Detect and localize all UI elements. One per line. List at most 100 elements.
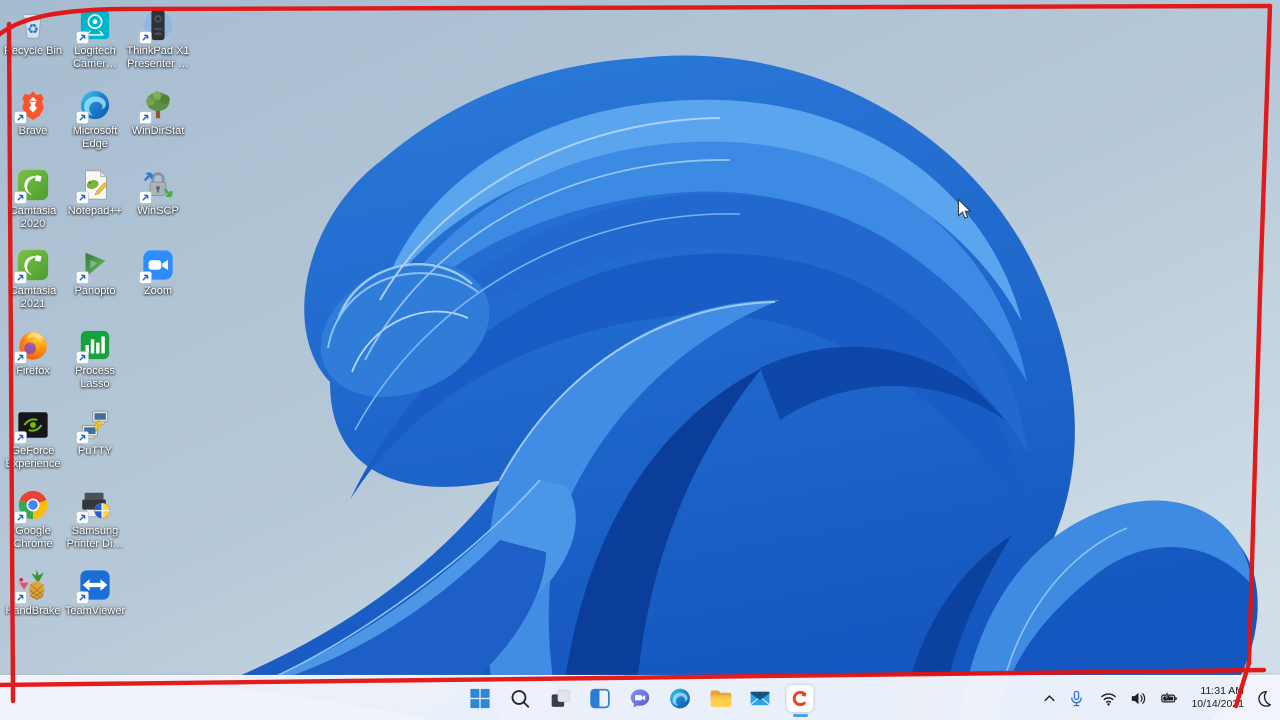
- wifi-icon: [1099, 689, 1118, 708]
- tray-right-icons: [1250, 679, 1277, 717]
- shortcut-arrow-overlay: [76, 31, 89, 44]
- task-view-icon: [548, 686, 573, 711]
- thinkpad-presenter-icon: [139, 8, 175, 44]
- system-tray: 11:31 AM 10/14/2021: [1036, 676, 1277, 720]
- taskbar-clock[interactable]: 11:31 AM 10/14/2021: [1187, 685, 1250, 711]
- desktop-icon-winscp[interactable]: WinSCP: [125, 168, 191, 218]
- taskbar-button-mail[interactable]: [742, 678, 779, 718]
- shortcut-arrow-overlay: [139, 271, 152, 284]
- desktop-icon-label: Zoom: [143, 285, 173, 297]
- recycle-bin-icon: ♻: [16, 8, 50, 42]
- zoom-icon: [139, 248, 175, 284]
- teamviewer-icon: [76, 568, 112, 604]
- desktop-icon-teamviewer[interactable]: TeamViewer: [62, 568, 128, 618]
- tray-chevron-up-button[interactable]: [1036, 679, 1063, 717]
- desktop-icon-windirstat[interactable]: WinDirStat: [125, 88, 191, 138]
- microsoft-edge-icon: [76, 88, 112, 124]
- widgets-icon: [588, 686, 613, 711]
- desktop-icon-handbrake[interactable]: HandBrake: [0, 568, 66, 618]
- tray-wifi-button[interactable]: [1095, 679, 1122, 717]
- taskbar-button-file-explorer[interactable]: [702, 678, 739, 718]
- taskbar-button-widgets[interactable]: [582, 678, 619, 718]
- bloom-wallpaper-image: [0, 0, 1280, 720]
- desktop-icon-geforce-experience[interactable]: GeForce Experience: [0, 408, 66, 470]
- file-explorer-icon: [708, 686, 733, 711]
- taskbar-center-buttons: [462, 676, 819, 720]
- shortcut-arrow-overlay: [139, 111, 152, 124]
- shortcut-arrow-overlay: [14, 351, 27, 364]
- shortcut-arrow-overlay: [76, 351, 89, 364]
- desktop-icon-label: WinSCP: [137, 205, 179, 217]
- tray-moon-button[interactable]: [1250, 679, 1277, 717]
- desktop-icon-label: Panopto: [74, 285, 116, 297]
- firefox-icon: [14, 328, 50, 364]
- taskbar-button-edge[interactable]: [662, 678, 699, 718]
- shortcut-arrow-overlay: [139, 191, 152, 204]
- desktop-icon-panopto[interactable]: Panopto: [62, 248, 128, 298]
- windows-11-desktop: ♻ Recycle Bin Logitech Camer… ThinkPad X1 P…: [0, 0, 1280, 720]
- moon-icon: [1254, 689, 1273, 708]
- shortcut-arrow-overlay: [76, 191, 89, 204]
- logitech-camera-icon: [76, 8, 112, 44]
- taskbar-button-chat[interactable]: [622, 678, 659, 718]
- start-icon: [468, 686, 493, 711]
- panopto-icon: [76, 248, 112, 284]
- desktop-icon-samsung-printer[interactable]: Samsung Printer Di…: [62, 488, 128, 550]
- desktop-icon-process-lasso[interactable]: Process Lasso: [62, 328, 128, 390]
- brave-icon: [14, 88, 50, 124]
- desktop-icon-putty[interactable]: PuTTY: [62, 408, 128, 458]
- shortcut-arrow-overlay: [76, 271, 89, 284]
- tray-battery-charging-button[interactable]: [1155, 679, 1182, 717]
- svg-text:♻: ♻: [27, 23, 39, 38]
- shortcut-arrow-overlay: [14, 111, 27, 124]
- shortcut-arrow-overlay: [139, 31, 152, 44]
- desktop-icon-logitech-camera[interactable]: Logitech Camer…: [62, 8, 128, 70]
- desktop-icon-label: Samsung Printer Di…: [66, 525, 124, 550]
- tray-volume-button[interactable]: [1125, 679, 1152, 717]
- shortcut-arrow-overlay: [14, 431, 27, 444]
- desktop-icon-label: Microsoft Edge: [72, 125, 118, 150]
- desktop-icon-notepad-plus-plus[interactable]: Notepad++: [62, 168, 128, 218]
- samsung-printer-icon: [76, 488, 112, 524]
- battery-charging-icon: [1159, 689, 1178, 708]
- putty-icon: [76, 408, 112, 444]
- tray-left-icons: [1036, 679, 1090, 717]
- taskbar-button-camtasia[interactable]: [782, 678, 819, 718]
- desktop-icon-brave[interactable]: Brave: [0, 88, 66, 138]
- tray-status-icons[interactable]: [1090, 679, 1187, 717]
- chat-icon: [628, 686, 653, 711]
- taskbar-button-start[interactable]: [462, 678, 499, 718]
- shortcut-arrow-overlay: [14, 271, 27, 284]
- shortcut-arrow-overlay: [14, 511, 27, 524]
- clock-date: 10/14/2021: [1191, 698, 1244, 710]
- desktop-icon-firefox[interactable]: Firefox: [0, 328, 66, 378]
- desktop-icon-google-chrome[interactable]: Google Chrome: [0, 488, 66, 550]
- winscp-icon: [139, 168, 175, 204]
- taskbar-button-task-view[interactable]: [542, 678, 579, 718]
- desktop-icon-label: ThinkPad X1 Presenter …: [126, 45, 190, 70]
- desktop-icon-label: PuTTY: [77, 445, 113, 457]
- clock-time: 11:31 AM: [1200, 684, 1244, 697]
- notepad-plus-plus-icon: [76, 168, 112, 204]
- desktop-icon-thinkpad-presenter[interactable]: ThinkPad X1 Presenter …: [125, 8, 191, 70]
- desktop-icon-label: Notepad++: [67, 205, 123, 217]
- google-chrome-icon: [14, 488, 50, 524]
- shortcut-arrow-overlay: [76, 431, 89, 444]
- shortcut-arrow-overlay: [76, 511, 89, 524]
- volume-icon: [1129, 689, 1148, 708]
- desktop-icon-zoom[interactable]: Zoom: [125, 248, 191, 298]
- desktop-icon-camtasia-2020[interactable]: Camtasia 2020: [0, 168, 66, 230]
- taskbar: 11:31 AM 10/14/2021: [0, 675, 1280, 720]
- taskbar-button-search[interactable]: [502, 678, 539, 718]
- desktop-icon-camtasia-2021[interactable]: Camtasia 2021: [0, 248, 66, 310]
- camtasia-icon: [786, 684, 814, 712]
- microphone-icon: [1067, 689, 1086, 708]
- desktop-icon-recycle-bin[interactable]: ♻ Recycle Bin: [0, 8, 66, 58]
- tray-microphone-button[interactable]: [1063, 679, 1090, 717]
- desktop-icon-microsoft-edge[interactable]: Microsoft Edge: [62, 88, 128, 150]
- handbrake-icon: [14, 568, 50, 604]
- camtasia-2020-icon: [14, 168, 50, 204]
- shortcut-arrow-overlay: [76, 591, 89, 604]
- shortcut-arrow-overlay: [14, 591, 27, 604]
- desktop-icon-label: Logitech Camer…: [72, 45, 117, 70]
